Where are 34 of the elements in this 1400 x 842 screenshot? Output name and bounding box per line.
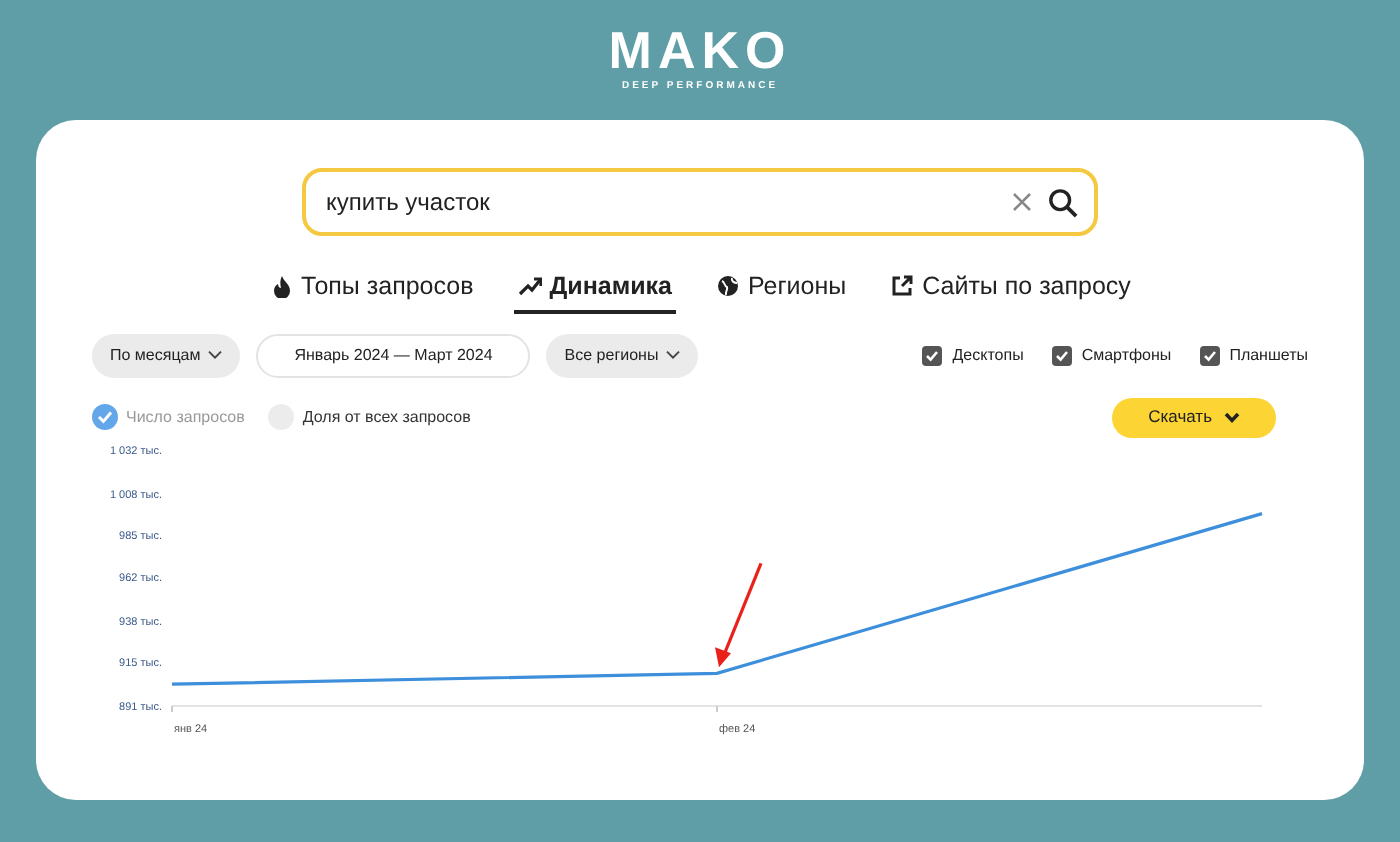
radio-button[interactable] [92, 404, 118, 431]
tab[interactable]: Топы запросов [265, 268, 478, 314]
checkbox-label: Десктопы [952, 343, 1024, 368]
search-field[interactable]: купить участок [302, 168, 1098, 236]
search-input[interactable]: купить участок [322, 182, 1012, 222]
caret-icon [1224, 411, 1240, 424]
clear-icon[interactable] [1012, 192, 1032, 212]
trend-icon [517, 274, 542, 299]
check-icon [1053, 347, 1070, 364]
date-range-button[interactable]: Январь 2024 — Март 2024 [256, 333, 531, 378]
checkbox-label: Планшеты [1229, 343, 1308, 368]
radio-label: Доля от всех запросов [302, 405, 471, 430]
radio-label: Число запросов [126, 405, 245, 430]
external-link-icon [890, 274, 915, 299]
globe-icon [715, 274, 740, 299]
caret-icon [208, 350, 223, 361]
tab[interactable]: Сайты по запросу [886, 268, 1135, 314]
flame-icon [269, 274, 294, 299]
caret-icon [666, 350, 681, 361]
download-button[interactable]: Скачать [1112, 397, 1276, 438]
logo-title: MAKO [608, 24, 792, 77]
check-icon [924, 347, 941, 364]
checkbox[interactable] [1199, 345, 1220, 366]
tab[interactable]: Регионы [711, 268, 851, 314]
search-icon[interactable] [1048, 187, 1078, 217]
dropdown-button[interactable]: Все регионы [546, 333, 699, 378]
check-icon [1201, 347, 1218, 364]
tab[interactable]: Динамика [513, 268, 676, 314]
checkbox[interactable] [922, 345, 943, 366]
annotation-arrow [715, 562, 763, 667]
check-icon [96, 408, 114, 427]
checkbox-label: Смартфоны [1081, 343, 1172, 368]
checkbox[interactable] [1051, 345, 1072, 366]
dropdown-button[interactable]: По месяцам [92, 333, 241, 378]
